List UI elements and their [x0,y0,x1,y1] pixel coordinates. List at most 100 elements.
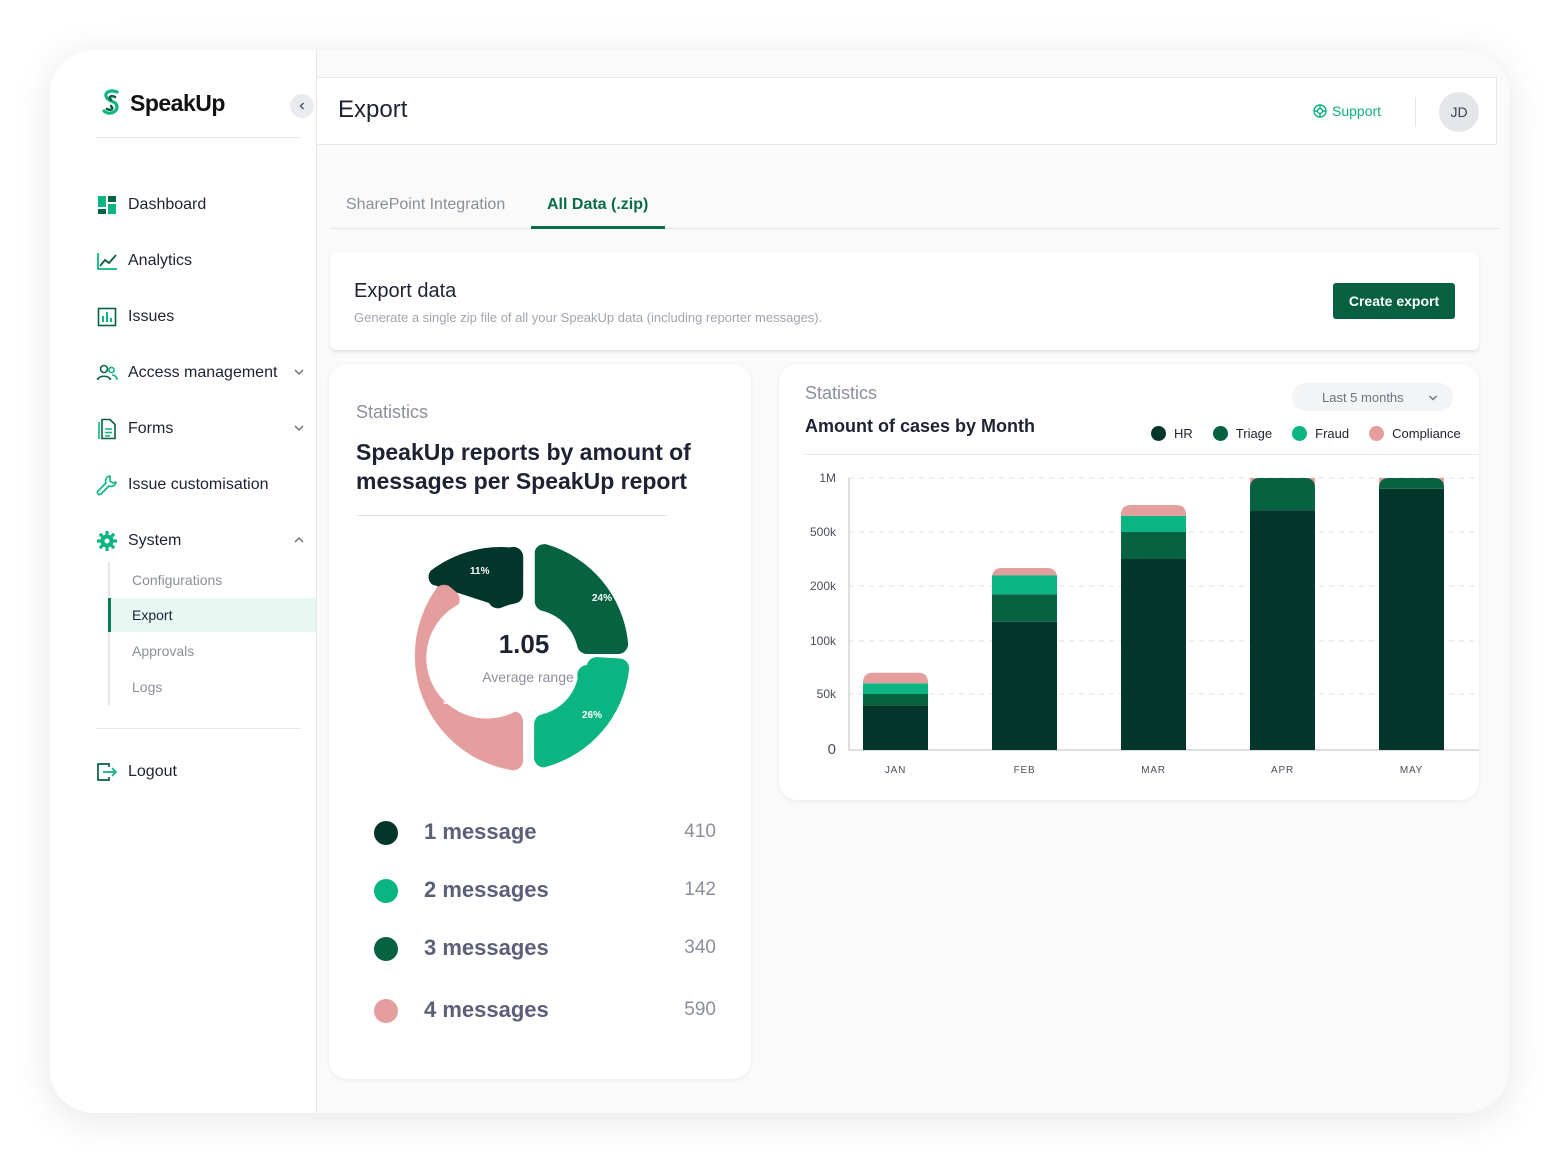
bar-segment-hr [992,621,1057,750]
gear-icon [96,530,118,552]
issues-icon [96,306,118,328]
create-export-button[interactable]: Create export [1333,283,1455,319]
bar-segment-triage [1121,532,1186,559]
sidebar-item-forms[interactable]: Forms [96,413,306,445]
sidebar-item-dashboard[interactable]: Dashboard [96,189,306,221]
sidebar-item-label: Dashboard [128,196,207,213]
legend-item: 4 messages 590 [374,996,716,1026]
legend-item: 2 messages 142 [374,876,716,906]
donut-statistics-card: Statistics SpeakUp reports by amount of … [329,364,751,1079]
y-tick-label: 0 [828,741,836,758]
sidebar-divider [96,137,301,138]
legend-label: 2 messages [424,877,549,902]
donut-svg: 11% 24% 26% 39% 1.05 Average range [414,544,630,771]
collapse-sidebar-button[interactable] [290,94,314,118]
legend-dot [374,821,398,845]
sidebar-item-system[interactable]: System [96,525,306,557]
bar-chart: 0 50k 100k 200k 500k 1M JAN FEB MAR APR MAY [810,471,1479,776]
export-data-card: Export data Generate a single zip file o… [330,253,1479,350]
sidebar-subitem-approvals[interactable]: Approvals [108,634,316,668]
y-tick-label: 1M [819,471,836,485]
legend-label: 4 messages [424,997,549,1022]
chevron-up-icon[interactable] [292,533,306,547]
logout-icon [96,761,118,783]
sidebar-item-issue-customisation[interactable]: Issue customisation [96,469,306,501]
lifebuoy-icon [1313,104,1327,118]
x-tick-label: APR [1271,765,1294,776]
logout-button[interactable]: Logout [96,756,306,788]
forms-icon [96,418,118,440]
donut-segment-label: 39% [443,696,463,707]
statistics-label: Statistics [356,402,429,422]
analytics-icon [96,250,118,272]
top-bar: Export Support JD [317,77,1497,145]
legend-value: 340 [684,937,716,958]
legend-value: 590 [684,999,716,1020]
bar-segment-triage [1379,478,1444,489]
support-link[interactable]: Support [1313,103,1381,119]
bar-segment-hr [1121,559,1186,750]
bar-segment-triage [992,594,1057,622]
donut-segment-label: 11% [470,566,490,577]
sidebar-item-label: Forms [128,420,174,437]
legend-label: 1 message [424,819,537,844]
legend-item: 1 message 410 [374,818,716,848]
donut-segment-label: 24% [592,593,612,604]
legend-value: 410 [684,821,716,842]
legend-value: 142 [684,879,716,900]
dashboard-icon [96,194,118,216]
x-tick-label: JAN [885,765,906,776]
bar-statistics-card: Statistics Last 5 months Amount of cases… [779,364,1479,800]
x-tick-label: MAR [1141,765,1166,776]
chevron-down-icon[interactable] [292,365,306,379]
bar-segment-compliance [1121,505,1186,516]
avatar[interactable]: JD [1439,92,1479,132]
sidebar-subitem-configurations[interactable]: Configurations [108,563,316,597]
tabs: SharePoint Integration All Data (.zip) [330,180,1500,229]
chevron-down-icon[interactable] [292,421,306,435]
sidebar-item-label: System [128,532,182,549]
main-content: Export Support JD SharePoint Integration… [317,50,1509,1113]
sidebar-subitem-export[interactable]: Export [108,598,316,632]
export-card-title: Export data [354,280,457,302]
bar-segment-fraud [992,575,1057,595]
tab-sharepoint-integration[interactable]: SharePoint Integration [346,196,505,214]
legend-label: 3 messages [424,935,549,960]
heading-divider [356,515,667,516]
bar-segment-hr [1379,488,1444,750]
logout-label: Logout [128,763,177,780]
export-card-subtitle: Generate a single zip file of all your S… [354,310,823,325]
active-tab-indicator [531,226,665,229]
speakup-logo-icon [102,89,119,115]
sidebar: SpeakUp Dashboard Analytics Issues Acces… [50,50,317,1113]
bar-segment-triage [1250,478,1315,511]
legend-dot [374,879,398,903]
support-label: Support [1332,103,1382,119]
sidebar-item-issues[interactable]: Issues [96,301,306,333]
wrench-icon [96,474,118,496]
logo[interactable]: SpeakUp [100,88,225,118]
y-tick-label: 100k [810,634,837,648]
app-window: SpeakUp Dashboard Analytics Issues Acces… [50,50,1509,1113]
legend-dot [374,999,398,1023]
bar-segment-fraud [1121,515,1186,532]
sidebar-item-label: Issues [128,308,175,325]
sidebar-item-label: Access management [128,364,278,381]
app-name: SpeakUp [130,89,225,116]
sidebar-item-analytics[interactable]: Analytics [96,245,306,277]
y-tick-label: 500k [810,525,837,539]
tab-all-data[interactable]: All Data (.zip) [547,196,648,214]
y-tick-label: 200k [810,579,837,593]
x-tick-label: MAY [1400,765,1423,776]
sidebar-subitem-logs[interactable]: Logs [108,670,316,704]
donut-segment-label: 26% [582,710,602,721]
bar-segment-fraud [863,683,928,694]
sidebar-item-access-management[interactable]: Access management [96,357,306,389]
donut-card-heading: SpeakUp reports by amount of messages pe… [356,439,691,494]
sidebar-divider [96,728,301,729]
legend-dot [374,937,398,961]
topbar-separator [1415,97,1416,127]
page-title: Export [338,96,408,123]
sidebar-item-label: Issue customisation [128,476,269,493]
y-tick-label: 50k [817,687,837,701]
